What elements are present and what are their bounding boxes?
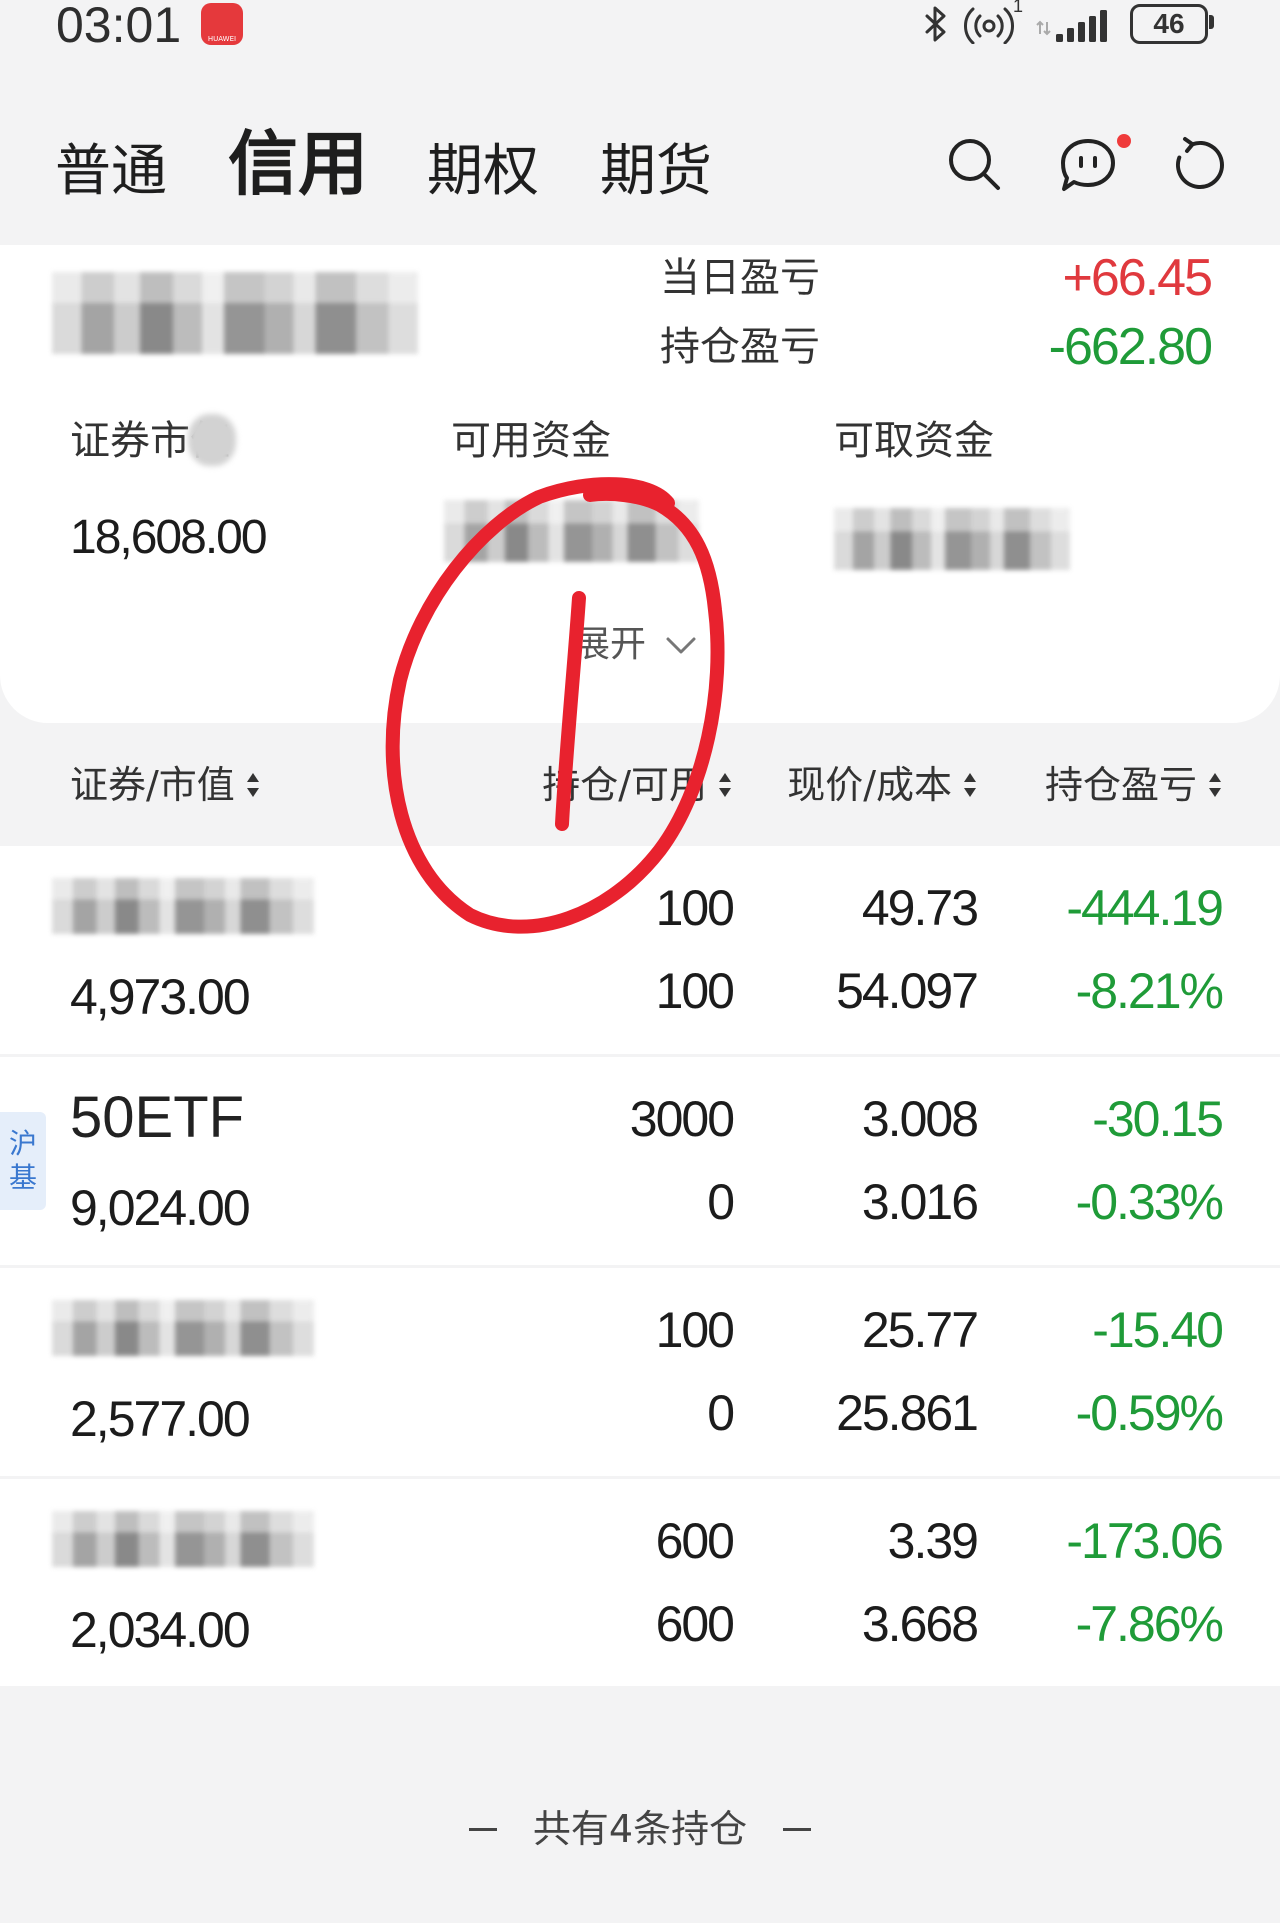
account-name-redacted xyxy=(52,272,418,354)
column-header-label: 证券/市值 xyxy=(70,763,235,807)
row-available: 100 xyxy=(655,963,735,1019)
row-security-name: 50ETF xyxy=(70,1085,245,1150)
row-available: 600 xyxy=(655,1596,735,1652)
tab-futures[interactable]: 期货 xyxy=(600,137,712,207)
row-pnl: -444.19 xyxy=(1066,880,1224,936)
status-time: 03:01 xyxy=(56,0,182,53)
available-funds-label: 可用资金 xyxy=(451,418,611,464)
bluetooth-icon xyxy=(925,6,946,42)
notification-dot xyxy=(1117,134,1131,148)
market-tag-label: 沪基 xyxy=(8,1127,37,1194)
column-header-pnl[interactable]: 持仓盈亏 xyxy=(1045,762,1221,808)
security-name-redacted xyxy=(52,1300,314,1356)
row-position: 100 xyxy=(655,1302,735,1358)
row-cost: 25.861 xyxy=(836,1385,979,1441)
signal-icon xyxy=(1036,10,1107,42)
row-cost: 54.097 xyxy=(836,963,979,1019)
refresh-icon[interactable] xyxy=(1171,136,1227,192)
table-row[interactable]: 4,973.00 100 100 49.73 54.097 -444.19 -8… xyxy=(0,846,1280,1054)
huawei-app-icon: HUAWEI xyxy=(201,3,243,45)
column-header-label: 持仓盈亏 xyxy=(1044,763,1197,807)
column-header-label: 持仓/可用 xyxy=(542,763,707,807)
security-name-redacted xyxy=(52,878,314,934)
sort-icon xyxy=(1209,771,1221,799)
row-pnl-pct: -8.21% xyxy=(1075,963,1224,1019)
row-cost: 3.668 xyxy=(861,1596,979,1652)
position-pnl-value: -662.80 xyxy=(1048,318,1213,376)
row-price: 3.008 xyxy=(861,1091,979,1147)
chat-icon[interactable] xyxy=(1057,135,1119,195)
position-pnl-label: 持仓盈亏 xyxy=(660,324,820,370)
row-market-value: 4,973.00 xyxy=(70,969,251,1025)
battery-icon: 46 xyxy=(1130,4,1208,44)
positions-count-text: 共有4条持仓 xyxy=(532,1807,748,1851)
table-row[interactable]: 2,034.00 600 600 3.39 3.668 -173.06 -7.8… xyxy=(0,1479,1280,1686)
daily-pnl-value: +66.45 xyxy=(1062,249,1213,307)
column-header-position[interactable]: 持仓/可用 xyxy=(542,762,731,808)
column-header-security[interactable]: 证券/市值 xyxy=(70,762,259,808)
row-price: 25.77 xyxy=(861,1302,979,1358)
sort-icon xyxy=(964,771,976,799)
smudge-redaction xyxy=(188,414,236,466)
sort-icon xyxy=(719,771,731,799)
row-price: 49.73 xyxy=(861,880,979,936)
chevron-down-icon xyxy=(666,637,696,654)
row-pnl-pct: -0.59% xyxy=(1075,1385,1224,1441)
row-pnl-pct: -7.86% xyxy=(1075,1596,1224,1652)
daily-pnl-label: 当日盈亏 xyxy=(660,255,820,301)
row-pnl: -15.40 xyxy=(1092,1302,1224,1358)
table-row[interactable]: 沪基 50ETF 9,024.00 3000 0 3.008 3.016 -30… xyxy=(0,1057,1280,1265)
row-price: 3.39 xyxy=(887,1513,979,1569)
market-value: 18,608.00 xyxy=(70,511,268,564)
row-pnl: -173.06 xyxy=(1066,1513,1224,1569)
search-icon[interactable] xyxy=(945,135,1003,193)
withdrawable-funds-redacted xyxy=(834,508,1070,570)
tab-options[interactable]: 期权 xyxy=(427,137,539,207)
security-name-redacted xyxy=(52,1511,314,1567)
footer-dash-left xyxy=(468,1827,497,1831)
tab-credit[interactable]: 信用 xyxy=(228,124,368,204)
expand-label: 展开 xyxy=(574,624,647,665)
row-position: 100 xyxy=(655,880,735,936)
row-market-value: 2,577.00 xyxy=(70,1391,251,1447)
available-funds-redacted xyxy=(444,500,699,562)
column-header-label: 现价/成本 xyxy=(787,763,952,807)
table-row[interactable]: 2,577.00 100 0 25.77 25.861 -15.40 -0.59… xyxy=(0,1268,1280,1476)
row-position: 3000 xyxy=(629,1091,735,1147)
withdrawable-funds-label: 可取资金 xyxy=(834,418,994,464)
row-market-value: 9,024.00 xyxy=(70,1180,251,1236)
row-cost: 3.016 xyxy=(861,1174,979,1230)
tab-normal[interactable]: 普通 xyxy=(55,137,167,207)
row-pnl: -30.15 xyxy=(1092,1091,1224,1147)
hotspot-badge: 1 xyxy=(1013,0,1024,16)
row-position: 600 xyxy=(655,1513,735,1569)
column-header-price[interactable]: 现价/成本 xyxy=(787,762,976,808)
expand-button[interactable]: 展开 xyxy=(574,622,698,668)
app-icon-label: HUAWEI xyxy=(207,35,237,43)
footer-dash-right xyxy=(783,1827,812,1831)
row-market-value: 2,034.00 xyxy=(70,1602,251,1658)
battery-level: 46 xyxy=(1153,8,1185,39)
hotspot-icon xyxy=(964,7,1014,44)
battery-nub xyxy=(1209,15,1214,29)
sort-icon xyxy=(246,771,259,799)
positions-count-footer: 共有4条持仓 xyxy=(0,1806,1280,1852)
row-available: 0 xyxy=(707,1174,735,1230)
market-tag: 沪基 xyxy=(0,1112,46,1210)
row-pnl-pct: -0.33% xyxy=(1075,1174,1224,1230)
row-available: 0 xyxy=(707,1385,735,1441)
